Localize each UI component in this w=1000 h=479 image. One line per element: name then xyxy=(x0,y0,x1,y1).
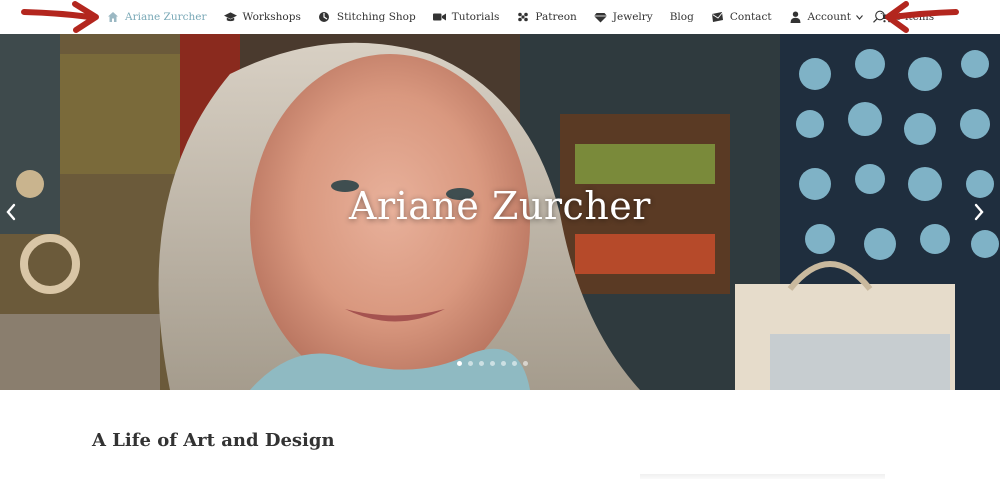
nav-item-jewelry[interactable]: Jewelry xyxy=(593,11,653,24)
nav-label-stitching-shop: Stitching Shop xyxy=(336,11,416,23)
hero-title: Ariane Zurcher xyxy=(349,184,651,228)
slider-dot[interactable] xyxy=(479,361,484,366)
section-title: A Life of Art and Design xyxy=(92,430,335,451)
top-nav: Ariane Zurcher Workshops Stitching Shop … xyxy=(0,0,1000,34)
nav-item-stitching-shop[interactable]: Stitching Shop xyxy=(318,11,416,24)
video-camera-icon xyxy=(432,11,446,24)
nav-label-home: Ariane Zurcher xyxy=(125,11,207,23)
graduation-cap-icon xyxy=(223,11,237,24)
nav-menu: Ariane Zurcher Workshops Stitching Shop … xyxy=(106,0,951,34)
nav-item-blog[interactable]: Blog xyxy=(670,11,694,23)
slider-dot[interactable] xyxy=(490,361,495,366)
slider-pagination xyxy=(457,361,534,366)
nav-label-patreon: Patreon xyxy=(535,11,577,23)
sidebar-box-edge xyxy=(640,474,885,479)
community-icon xyxy=(516,11,529,24)
annotation-arrow-left xyxy=(21,1,99,33)
nav-label-blog: Blog xyxy=(669,11,694,23)
nav-item-tutorials[interactable]: Tutorials xyxy=(432,11,500,24)
slider-dot[interactable] xyxy=(468,361,473,366)
nav-item-home[interactable]: Ariane Zurcher xyxy=(106,11,207,24)
chevron-down-icon xyxy=(856,13,863,22)
hero-slider: Ariane Zurcher xyxy=(0,34,1000,390)
nav-label-tutorials: Tutorials xyxy=(451,11,500,23)
slider-dot[interactable] xyxy=(523,361,528,366)
slider-dot[interactable] xyxy=(512,361,517,366)
slider-dot[interactable] xyxy=(501,361,506,366)
nav-label-account: Account xyxy=(807,11,851,23)
slider-dot[interactable] xyxy=(457,361,462,366)
diamond-icon xyxy=(593,11,607,24)
user-icon xyxy=(789,11,802,24)
envelope-icon xyxy=(711,11,724,24)
shop-icon xyxy=(318,11,331,24)
nav-item-workshops[interactable]: Workshops xyxy=(223,11,301,24)
slider-next-arrow-icon[interactable] xyxy=(972,202,986,222)
nav-item-account[interactable]: Account xyxy=(789,11,863,24)
slider-prev-arrow-icon[interactable] xyxy=(4,202,18,222)
nav-label-jewelry: Jewelry xyxy=(612,11,653,23)
home-icon xyxy=(106,11,119,24)
nav-item-patreon[interactable]: Patreon xyxy=(516,11,577,24)
nav-label-workshops: Workshops xyxy=(242,11,301,23)
nav-item-contact[interactable]: Contact xyxy=(711,11,772,24)
annotation-arrow-right xyxy=(885,1,959,33)
nav-label-contact: Contact xyxy=(729,11,772,23)
